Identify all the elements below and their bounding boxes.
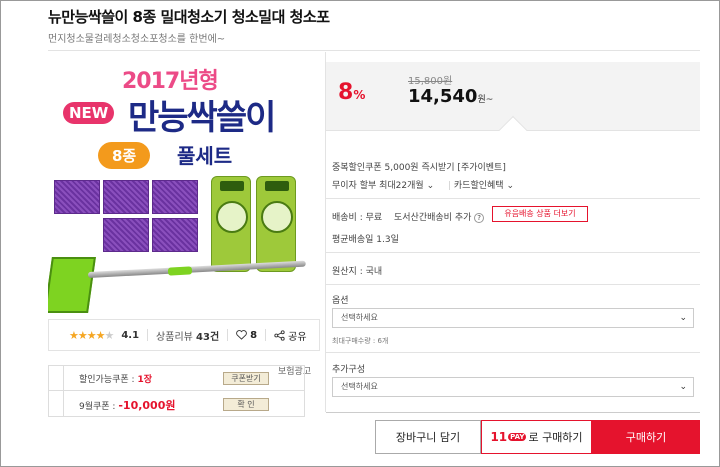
set-label: 풀세트 bbox=[177, 144, 233, 168]
origin: 원산지 : 국내 bbox=[332, 267, 383, 277]
product-subtitle: 먼지청소물걸레청소청소포청소를 한번에~ bbox=[48, 34, 226, 45]
cleaning-pad bbox=[54, 180, 100, 214]
get-coupon-button[interactable]: 쿠폰받기 bbox=[223, 371, 269, 385]
chevron-down-icon: ⌄ bbox=[506, 181, 515, 191]
sale-price: 14,540원~ bbox=[408, 86, 494, 107]
rating-score: 4.1 bbox=[121, 329, 140, 341]
heart-icon bbox=[236, 330, 247, 340]
coupon-row: 할인가능쿠폰 : 1장 쿠폰받기 bbox=[49, 366, 304, 391]
buy-button[interactable]: 구매하기 bbox=[592, 420, 700, 454]
product-title: 뉴만능싹쓸이 8종 밀대청소기 청소밀대 청소포 bbox=[48, 8, 330, 26]
chevron-down-icon: ⌄ bbox=[426, 181, 435, 191]
divider bbox=[326, 412, 700, 413]
cleaning-pad bbox=[152, 180, 198, 214]
avg-delivery: 평균배송일 1.3일 bbox=[332, 235, 399, 245]
refill-pack bbox=[211, 176, 251, 272]
divider bbox=[48, 50, 700, 51]
rating-stars: ★★★★★ bbox=[69, 328, 114, 342]
addons-label: 추가구성 bbox=[332, 365, 366, 375]
refill-pack bbox=[256, 176, 296, 272]
like-button[interactable]: 8 bbox=[236, 330, 257, 341]
divider bbox=[326, 198, 700, 199]
options-select[interactable]: 선택하세요 ⌄ bbox=[332, 308, 694, 328]
confirm-coupon-button[interactable]: 확 인 bbox=[223, 398, 269, 411]
new-tag: NEW bbox=[63, 102, 115, 124]
rating-bar: ★★★★★ 4.1 상품리뷰 43건 8 공유 bbox=[48, 319, 320, 351]
coupon-benefit-link[interactable]: 중복할인쿠폰 5,000원 즉시받기 [주가이벤트] bbox=[332, 160, 506, 173]
card-benefit-dropdown[interactable]: | 카드할인혜택 ⌄ bbox=[448, 178, 514, 191]
more-shipping-button[interactable]: 유음배송 상품 더보기 bbox=[492, 206, 588, 222]
cleaning-pad bbox=[103, 218, 149, 252]
cleaning-pad bbox=[103, 180, 149, 214]
11pay-logo: 11 PAY bbox=[490, 430, 527, 445]
remote-shipping[interactable]: 도서산간배송비 추가 ? bbox=[394, 210, 484, 223]
options-label: 옵션 bbox=[332, 296, 349, 306]
chevron-down-icon: ⌄ bbox=[679, 382, 687, 392]
divider bbox=[326, 252, 700, 253]
chevron-down-icon: ⌄ bbox=[679, 313, 687, 323]
review-link[interactable]: 상품리뷰 43건 bbox=[156, 328, 219, 343]
mop-head bbox=[48, 257, 96, 313]
divider bbox=[326, 352, 700, 353]
addons-select[interactable]: 선택하세요 ⌄ bbox=[332, 377, 694, 397]
divider bbox=[326, 284, 700, 285]
add-to-cart-button[interactable]: 장바구니 담기 bbox=[375, 420, 481, 454]
coupon-row: 9월쿠폰 : -10,000원 확 인 bbox=[49, 392, 304, 417]
count-tag: 8종 bbox=[98, 142, 151, 169]
share-button[interactable]: 공유 bbox=[274, 328, 307, 343]
installment-dropdown[interactable]: 무이자 할부 최대22개월 ⌄ bbox=[332, 178, 434, 191]
product-image-name: 만능싹쓸이 bbox=[128, 98, 276, 138]
cleaning-pad bbox=[152, 218, 198, 252]
mop-grip bbox=[167, 266, 193, 276]
11pay-buy-button[interactable]: 11 PAY 로 구매하기 bbox=[481, 420, 592, 454]
help-icon[interactable]: ? bbox=[474, 213, 484, 223]
product-image[interactable]: 2017년형 NEW 만능싹쓸이 8종 풀세트 bbox=[48, 62, 320, 316]
share-icon bbox=[274, 329, 285, 341]
like-count: 8 bbox=[250, 329, 258, 341]
original-price: 15,800원 bbox=[408, 76, 453, 87]
shipping-fee: 배송비 : 무료 bbox=[332, 213, 383, 223]
coupon-table: 할인가능쿠폰 : 1장 쿠폰받기 9월쿠폰 : -10,000원 확 인 bbox=[48, 365, 305, 417]
discount-rate: 8% bbox=[338, 80, 366, 105]
max-quantity-note: 최대구매수량 : 6개 bbox=[332, 337, 389, 345]
